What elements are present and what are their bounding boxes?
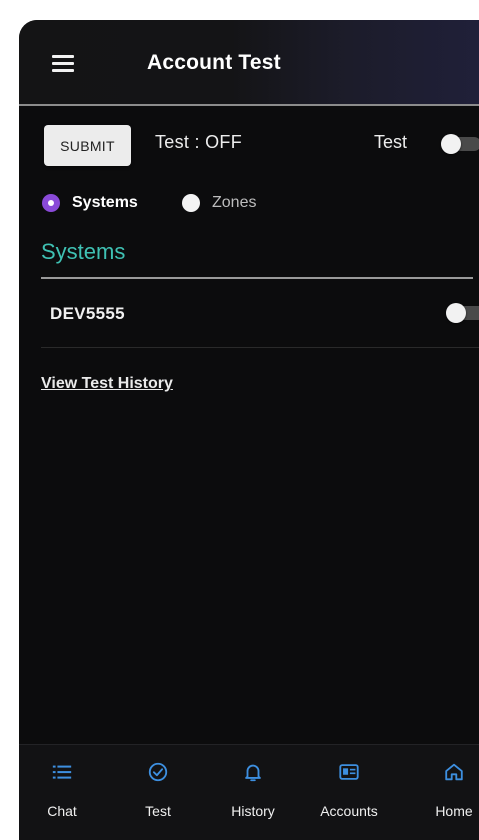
nav-item-history[interactable]: History (218, 745, 288, 825)
nav-item-test[interactable]: Test (123, 745, 193, 825)
list-icon (52, 765, 72, 779)
bottom-nav: Chat Test History Accounts Home (19, 744, 479, 840)
test-status-text: Test : OFF (155, 132, 243, 152)
test-toggle[interactable] (441, 134, 479, 154)
section-divider (41, 277, 473, 279)
toggle-knob (446, 303, 466, 323)
system-item-name: DEV5555 (50, 304, 125, 323)
hamburger-menu-icon[interactable] (52, 55, 74, 73)
nav-item-chat[interactable]: Chat (27, 745, 97, 825)
zones-radio[interactable] (182, 194, 200, 212)
row-divider (41, 347, 479, 348)
page-title: Account Test (147, 51, 281, 74)
test-toggle-label: Test (374, 132, 408, 152)
bell-icon (245, 764, 261, 782)
app-bar: Account Test (19, 20, 479, 106)
systems-radio-label[interactable]: Systems (72, 194, 138, 212)
systems-radio[interactable] (42, 194, 60, 212)
check-circle-icon (148, 762, 168, 782)
id-card-icon (339, 764, 359, 780)
home-icon (445, 763, 463, 781)
app-screen: Account Test SUBMIT Test : OFF Test Syst… (19, 20, 479, 840)
system-item-toggle[interactable] (446, 303, 479, 323)
toggle-knob (441, 134, 461, 154)
submit-button[interactable]: SUBMIT (44, 125, 131, 166)
view-test-history-link[interactable]: View Test History (41, 375, 173, 393)
nav-item-accounts[interactable]: Accounts (314, 745, 384, 825)
nav-item-home[interactable]: Home (419, 745, 479, 825)
systems-section-title: Systems (41, 239, 126, 264)
zones-radio-label[interactable]: Zones (212, 194, 256, 212)
